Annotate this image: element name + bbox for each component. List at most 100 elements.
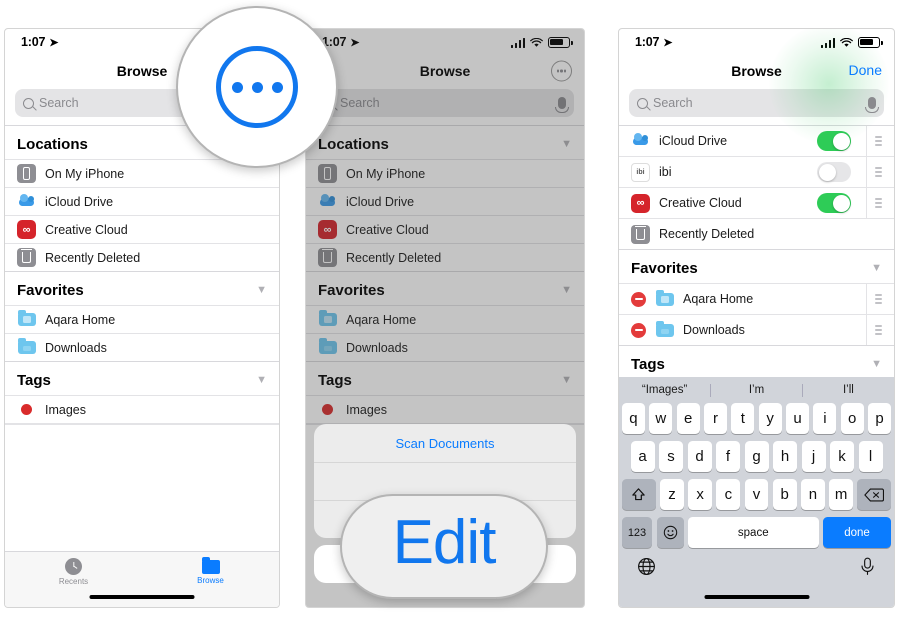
space-key[interactable]: space [688, 517, 819, 548]
key-q[interactable]: q [622, 403, 645, 434]
more-button[interactable] [551, 60, 572, 82]
key-d[interactable]: d [687, 441, 712, 472]
key-e[interactable]: e [676, 403, 700, 434]
suggestion-0[interactable]: “Images” [619, 384, 710, 396]
key-b[interactable]: b [772, 479, 797, 510]
shift-icon[interactable] [622, 479, 656, 510]
key-x[interactable]: x [688, 479, 712, 510]
section-header-favorites[interactable]: Favorites ▼ [306, 271, 584, 305]
key-w[interactable]: w [649, 403, 673, 434]
key-a[interactable]: a [630, 441, 655, 472]
key-o[interactable]: o [840, 403, 864, 434]
list-item[interactable]: ∞ Creative Cloud [306, 215, 584, 243]
section-header-tags[interactable]: Tags ▼ [306, 361, 584, 395]
chevron-down-icon[interactable]: ▼ [561, 375, 572, 386]
key-f[interactable]: f [716, 441, 740, 472]
tab-browse[interactable]: Browse [142, 552, 279, 592]
list-item[interactable]: ∞ Creative Cloud [619, 187, 894, 218]
remove-button[interactable] [631, 291, 646, 307]
list-item[interactable]: Recently Deleted [5, 243, 279, 271]
section-header-favorites[interactable]: Favorites ▼ [619, 249, 894, 283]
microphone-icon[interactable] [865, 97, 879, 113]
chevron-down-icon[interactable]: ▼ [871, 263, 882, 274]
list-item[interactable]: Aqara Home [5, 305, 279, 333]
reorder-handle-icon[interactable] [866, 315, 882, 345]
chevron-down-icon[interactable]: ▼ [561, 285, 572, 296]
list-item-label: Downloads [45, 340, 107, 355]
reorder-handle-icon[interactable] [866, 126, 882, 156]
icloud-icon [318, 192, 337, 211]
search-placeholder: Search [340, 96, 380, 110]
chevron-down-icon[interactable]: ▼ [256, 375, 267, 386]
section-header-tags[interactable]: Tags ▼ [619, 345, 894, 379]
list-item[interactable]: iCloud Drive [619, 125, 894, 156]
ellipsis-circle-icon[interactable] [551, 60, 572, 82]
key-p[interactable]: p [868, 403, 891, 434]
list-item[interactable]: Downloads [619, 314, 894, 345]
numbers-key[interactable]: 123 [622, 517, 652, 548]
search-container-2: Search [306, 87, 584, 125]
trash-icon [318, 248, 337, 267]
toggle-switch[interactable] [817, 131, 851, 151]
key-s[interactable]: s [659, 441, 683, 472]
list-item-label: Downloads [346, 340, 408, 355]
key-v[interactable]: v [744, 479, 769, 510]
done-key[interactable]: done [823, 517, 891, 548]
emoji-icon[interactable] [656, 517, 684, 548]
list-item[interactable]: iCloud Drive [5, 187, 279, 215]
chevron-down-icon[interactable]: ▼ [256, 285, 267, 296]
key-i[interactable]: i [813, 403, 837, 434]
key-c[interactable]: c [716, 479, 741, 510]
reorder-handle-icon[interactable] [866, 157, 882, 187]
key-n[interactable]: n [801, 479, 825, 510]
microphone-icon[interactable] [555, 97, 569, 113]
location-arrow-icon: ➤ [49, 36, 59, 49]
list-item[interactable]: Recently Deleted [306, 243, 584, 271]
key-g[interactable]: g [744, 441, 769, 472]
section-header-favorites[interactable]: Favorites ▼ [5, 271, 279, 305]
reorder-handle-icon[interactable] [866, 188, 882, 218]
search-input[interactable]: Search [316, 89, 574, 117]
globe-icon[interactable] [637, 557, 656, 581]
list-item[interactable]: Images [306, 395, 584, 423]
chevron-down-icon[interactable]: ▼ [561, 139, 572, 150]
list-item[interactable]: Aqara Home [619, 283, 894, 314]
action-scan-documents[interactable]: Scan Documents [314, 424, 576, 462]
microphone-icon[interactable] [859, 557, 876, 581]
key-t[interactable]: t [731, 403, 755, 434]
done-button[interactable]: Done [849, 62, 882, 80]
list-item-label: On My iPhone [45, 166, 125, 181]
backspace-icon[interactable] [857, 479, 891, 510]
list-item[interactable]: Images [5, 395, 279, 423]
key-h[interactable]: h [773, 441, 797, 472]
list-item[interactable]: iCloud Drive [306, 187, 584, 215]
search-input[interactable]: Search [629, 89, 884, 117]
list-item[interactable]: Downloads [5, 333, 279, 361]
toggle-switch[interactable] [817, 162, 851, 182]
list-item[interactable]: Aqara Home [306, 305, 584, 333]
key-j[interactable]: j [801, 441, 826, 472]
list-item[interactable]: Recently Deleted [619, 218, 894, 249]
key-z[interactable]: z [660, 479, 684, 510]
remove-button[interactable] [631, 322, 646, 338]
suggestion-2[interactable]: I’ll [803, 384, 894, 396]
key-m[interactable]: m [829, 479, 853, 510]
section-header-locations[interactable]: Locations ▼ [306, 125, 584, 159]
list-item-label: ibi [659, 165, 672, 179]
key-k[interactable]: k [830, 441, 854, 472]
toggle-switch[interactable] [817, 193, 851, 213]
chevron-down-icon[interactable]: ▼ [871, 359, 882, 370]
section-header-tags[interactable]: Tags ▼ [5, 361, 279, 395]
key-u[interactable]: u [786, 403, 809, 434]
list-item[interactable]: ibi ibi [619, 156, 894, 187]
key-l[interactable]: l [858, 441, 883, 472]
key-y[interactable]: y [758, 403, 782, 434]
list-item[interactable]: On My iPhone [306, 159, 584, 187]
tab-recents[interactable]: Recents [5, 552, 142, 592]
key-r[interactable]: r [704, 403, 727, 434]
reorder-handle-icon[interactable] [866, 284, 882, 314]
list-item[interactable]: Downloads [306, 333, 584, 361]
suggestion-1[interactable]: I’m [711, 384, 802, 396]
battery-icon [548, 36, 573, 48]
list-item[interactable]: ∞ Creative Cloud [5, 215, 279, 243]
